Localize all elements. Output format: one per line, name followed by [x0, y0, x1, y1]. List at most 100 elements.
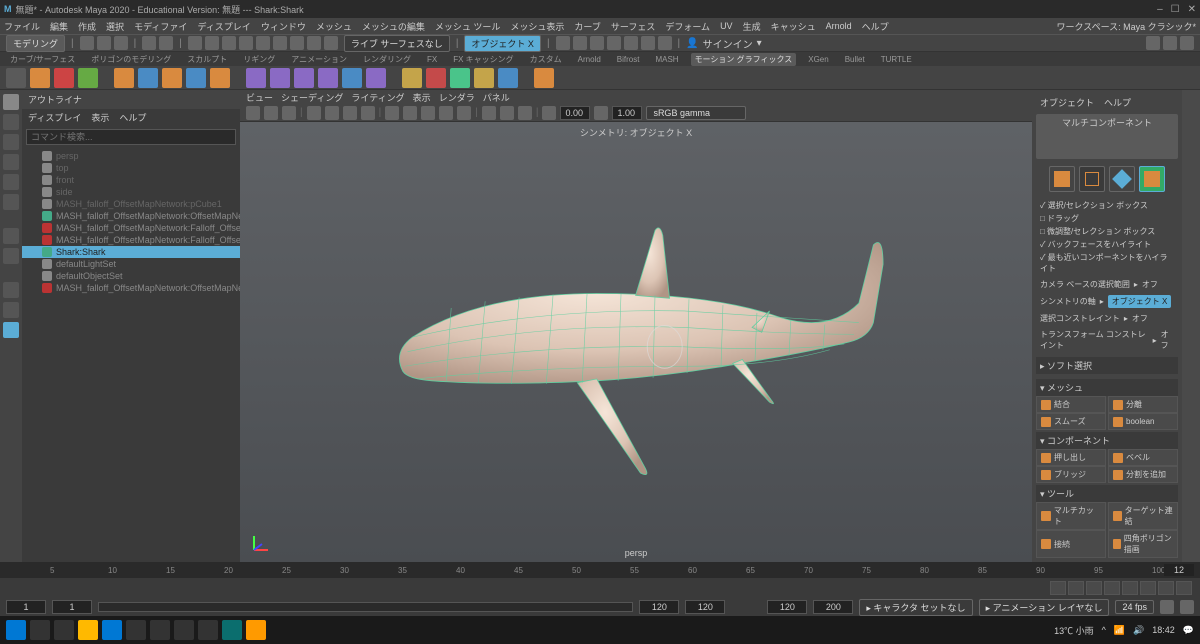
shark-model[interactable]: [299, 177, 972, 507]
snap-point-icon[interactable]: [290, 36, 304, 50]
rotate-tool[interactable]: [3, 174, 19, 190]
rp-checkbox-row[interactable]: ✓ バックフェースをハイライト: [1036, 238, 1178, 251]
vp-grid-icon[interactable]: [307, 106, 321, 120]
anim-end-field[interactable]: 120: [685, 600, 725, 614]
save-scene-icon[interactable]: [114, 36, 128, 50]
shelf-fx1-icon[interactable]: [246, 68, 266, 88]
shelf-fx3-icon[interactable]: [294, 68, 314, 88]
current-frame[interactable]: 12: [1164, 564, 1194, 576]
menu-デフォーム[interactable]: デフォーム: [665, 20, 710, 33]
shelf-mash-icon[interactable]: [30, 68, 50, 88]
menu-作成[interactable]: 作成: [78, 20, 96, 33]
menu-メッシュの編集[interactable]: メッシュの編集: [362, 20, 425, 33]
rp-tool-button[interactable]: 結合: [1036, 396, 1106, 413]
shelf-tab[interactable]: カーブ/サーフェス: [6, 53, 79, 66]
rp-tool-button[interactable]: マルチカット: [1036, 502, 1106, 530]
range-slider[interactable]: [98, 602, 633, 612]
select-tool[interactable]: [3, 94, 19, 110]
vp-field2[interactable]: 1.00: [612, 106, 642, 120]
volume-icon[interactable]: 🔊: [1133, 625, 1144, 636]
vp-field1[interactable]: 0.00: [560, 106, 590, 120]
menu-サーフェス[interactable]: サーフェス: [611, 20, 655, 33]
rp-tool-button[interactable]: 四角ポリゴン描画: [1108, 530, 1178, 558]
outliner-node[interactable]: defaultObjectSet: [22, 270, 240, 282]
maximize-button[interactable]: ☐: [1171, 4, 1180, 15]
rp-tool-button[interactable]: 接続: [1036, 530, 1106, 558]
edge-icon[interactable]: [102, 620, 122, 640]
shelf-svg-icon[interactable]: [186, 68, 206, 88]
layout-single[interactable]: [3, 228, 19, 244]
rp-checkbox-row[interactable]: ✓ 最も近いコンポーネントをハイライト: [1036, 251, 1178, 275]
vp-select-icon[interactable]: [246, 106, 260, 120]
snap-icon[interactable]: [239, 36, 253, 50]
hierarchy-icon[interactable]: [222, 36, 236, 50]
mode-dropdown[interactable]: モデリング: [6, 35, 65, 52]
shelf-tab[interactable]: TURTLE: [877, 54, 916, 65]
vp-wire-icon[interactable]: [385, 106, 399, 120]
rp-checkbox-row[interactable]: □ 微調整/セレクション ボックス: [1036, 225, 1178, 238]
app-icon-2[interactable]: [174, 620, 194, 640]
channel-box-strip[interactable]: [1182, 90, 1200, 562]
playback-end[interactable]: 200: [813, 600, 853, 614]
shelf-d-icon[interactable]: [474, 68, 494, 88]
maya-taskbar-icon[interactable]: [222, 620, 242, 640]
shelf-fx4-icon[interactable]: [318, 68, 338, 88]
object-field[interactable]: オブジェクト X: [464, 35, 541, 52]
rp-tab[interactable]: ヘルプ: [1104, 96, 1131, 109]
open-scene-icon[interactable]: [97, 36, 111, 50]
outliner-node[interactable]: MASH_falloff_OffsetMapNetwork:Falloff_Of…: [22, 222, 240, 234]
vp-gamma-icon[interactable]: [594, 106, 608, 120]
layout-four[interactable]: [3, 248, 19, 264]
outliner-node[interactable]: MASH_falloff_OffsetMapNetwork:OffsetMapN…: [22, 282, 240, 294]
layout-outliner[interactable]: [3, 322, 19, 338]
shelf-fx6-icon[interactable]: [366, 68, 386, 88]
explorer-icon[interactable]: [78, 620, 98, 640]
illustrator-icon[interactable]: [246, 620, 266, 640]
clock[interactable]: 18:42: [1152, 625, 1175, 635]
new-scene-icon[interactable]: [80, 36, 94, 50]
shelf-grid-icon[interactable]: [6, 68, 26, 88]
range-end-field[interactable]: 120: [639, 600, 679, 614]
key-back-button[interactable]: [1086, 581, 1102, 595]
outliner-node[interactable]: MASH_falloff_OffsetMapNetwork:Falloff_Of…: [22, 234, 240, 246]
shelf-tab[interactable]: Bifrost: [613, 54, 644, 65]
render-icon[interactable]: [556, 36, 570, 50]
symmetry-axis-value[interactable]: オブジェクト X: [1108, 295, 1172, 308]
vp-textured-icon[interactable]: [421, 106, 435, 120]
rp-section-header[interactable]: ▾ コンポーネント: [1036, 432, 1178, 449]
shelf-gear-icon[interactable]: [210, 68, 230, 88]
shelf-tab[interactable]: レンダリング: [359, 53, 415, 66]
redo-icon[interactable]: [159, 36, 173, 50]
network-icon[interactable]: 📶: [1114, 625, 1125, 636]
face-mode[interactable]: [1139, 166, 1165, 192]
vp-camera-icon[interactable]: [264, 106, 278, 120]
shelf-tab[interactable]: カスタム: [526, 53, 566, 66]
shelf-sphere-icon[interactable]: [114, 68, 134, 88]
tray-chevron-icon[interactable]: ^: [1102, 625, 1106, 635]
shelf-tab[interactable]: Arnold: [574, 54, 605, 65]
shelf-e-icon[interactable]: [498, 68, 518, 88]
menu-モディファイ[interactable]: モディファイ: [134, 20, 187, 33]
taskview-icon[interactable]: [54, 620, 74, 640]
layout-icon-2[interactable]: [1163, 36, 1177, 50]
vp-menu-item[interactable]: シェーディング: [281, 91, 343, 104]
lasso-tool[interactable]: [3, 114, 19, 130]
shelf-a-icon[interactable]: [402, 68, 422, 88]
menu-ヘルプ[interactable]: ヘルプ: [862, 20, 889, 33]
app-icon-3[interactable]: [198, 620, 218, 640]
app-icon-1[interactable]: [150, 620, 170, 640]
menu-メッシュ[interactable]: メッシュ: [316, 20, 352, 33]
rp-checkbox-row[interactable]: ✓ 選択/セレクション ボックス: [1036, 199, 1178, 212]
start-button[interactable]: [6, 620, 26, 640]
shelf-tab[interactable]: Bullet: [841, 54, 869, 65]
scale-tool[interactable]: [3, 194, 19, 210]
rp-tool-button[interactable]: ターゲット連結: [1108, 502, 1178, 530]
outliner-node[interactable]: side: [22, 186, 240, 198]
vp-film-icon[interactable]: [325, 106, 339, 120]
anim-start-field[interactable]: 1: [6, 600, 46, 614]
vp-menu-item[interactable]: ライティング: [351, 91, 404, 104]
snap-live-icon[interactable]: [324, 36, 338, 50]
prefs-icon[interactable]: [1180, 600, 1194, 614]
shelf-plus-icon[interactable]: [534, 68, 554, 88]
snap-plane-icon[interactable]: [307, 36, 321, 50]
